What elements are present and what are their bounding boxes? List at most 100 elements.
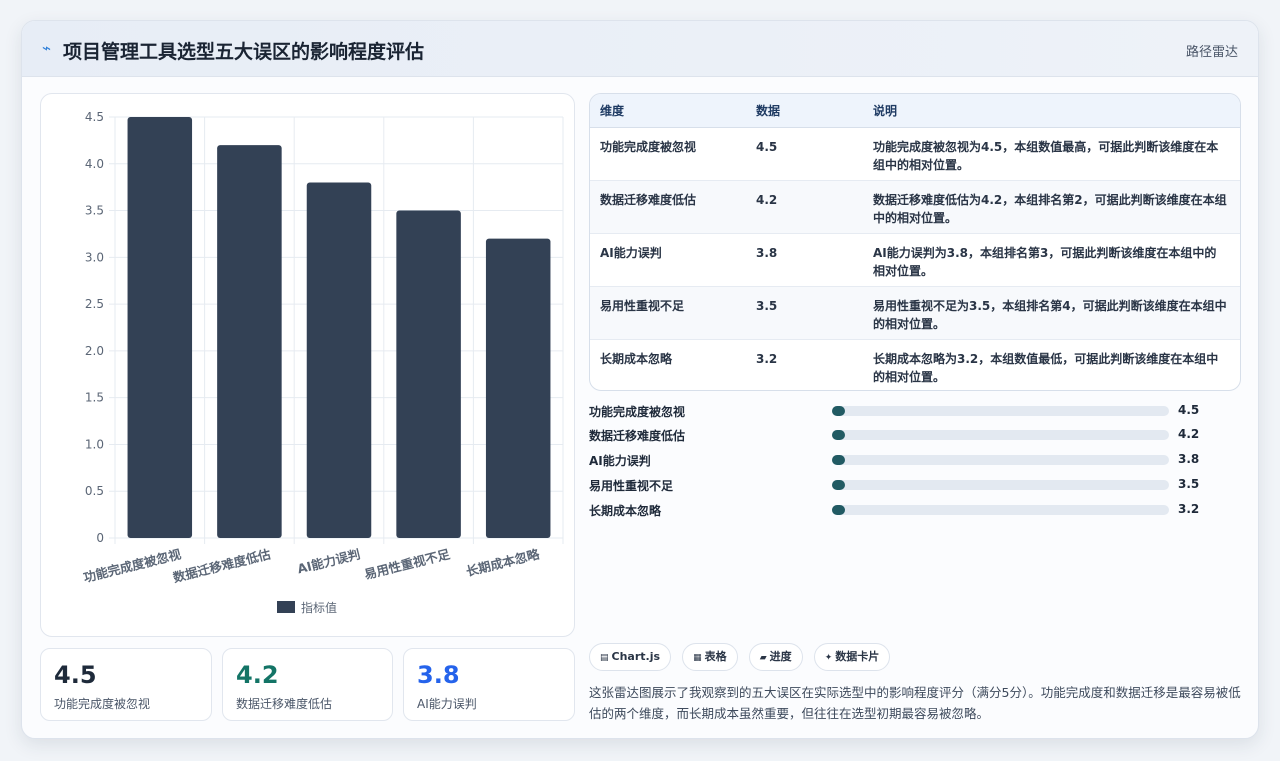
kpi-card: 4.5 功能完成度被忽视: [40, 648, 212, 721]
table-cell: AI能力误判: [600, 245, 662, 260]
y-tick-label: 4.0: [85, 157, 104, 171]
x-tick-label: 数据迁移难度低估: [170, 546, 272, 585]
legend-swatch: [277, 601, 295, 613]
bar-chart: 0 0.5 1.0 1.5 2.0 2.5 3.0 3.5 4.0 4.5 功能完成度被忽视数据迁移…: [82, 110, 564, 615]
progress-row: AI能力误判 3.8: [589, 451, 1241, 469]
progress-row: 长期成本忽略 3.2: [589, 501, 1241, 519]
x-tick-label: 长期成本忽略: [465, 546, 542, 579]
y-tick-label: 4.5: [85, 110, 104, 124]
progress-fill: [832, 480, 846, 490]
progress-label: 功能完成度被忽视: [589, 405, 686, 419]
progress-label: 易用性重视不足: [589, 479, 674, 493]
progress-label: AI能力误判: [589, 454, 651, 468]
table-cell: 易用性重视不足: [600, 298, 685, 313]
bar: [485, 238, 551, 538]
y-tick-label: 2.0: [85, 344, 104, 358]
table-row: 数据迁移难度低估 4.2 数据迁移难度低估为4.2，本组排名第2，可据此判断该维…: [590, 180, 1240, 233]
progress-value: 3.2: [1178, 502, 1200, 516]
progress-label: 长期成本忽略: [589, 504, 662, 518]
header-tag: 路径雷达: [1185, 45, 1238, 60]
table-row: 功能完成度被忽视 4.5 功能完成度被忽视为4.5，本组数值最高，可据此判断该维…: [590, 127, 1240, 180]
table-row: 易用性重视不足 3.5 易用性重视不足为3.5，本组排名第4，可据此判断该维度在…: [590, 286, 1240, 339]
chip-label: 表格: [704, 650, 727, 663]
summary-text: 这张雷达图展示了我观察到的五大误区在实际选型中的影响程度评分（满分5分）。功能完…: [589, 685, 1241, 721]
y-tick-label: 3.0: [85, 250, 104, 264]
progress-row: 易用性重视不足 3.5: [589, 476, 1241, 494]
y-tick-label: 0.5: [85, 484, 104, 498]
progress-row: 功能完成度被忽视 4.5: [589, 402, 1241, 420]
table-icon: ▦: [693, 653, 702, 663]
y-tick-label: 1.0: [85, 437, 104, 451]
table-row: AI能力误判 3.8 AI能力误判为3.8，本组排名第3，可据此判断该维度在本组…: [590, 233, 1240, 286]
progress-track: [832, 455, 1169, 465]
progress-value: 4.2: [1178, 427, 1200, 441]
progress-value: 3.8: [1178, 452, 1200, 466]
table-cell: 4.5: [756, 139, 778, 154]
table-cell: 3.2: [756, 351, 778, 366]
column-header: 数据: [746, 94, 863, 128]
chip-label: 数据卡片: [835, 650, 880, 663]
table-header-row: 维度 数据 说明: [590, 94, 1240, 128]
kpi-card: 3.8 AI能力误判: [403, 648, 575, 721]
bar: [217, 145, 282, 539]
kpi-value: 3.8: [417, 661, 460, 689]
table-cell: 4.2: [756, 192, 778, 207]
x-tick-label: AI能力误判: [296, 546, 362, 576]
table-cell: 功能完成度被忽视为4.5，本组数值最高，可据此判断该维度在本组中的相对位置。: [873, 139, 1219, 172]
x-tick-label: 易用性重视不足: [363, 546, 452, 582]
chart-icon: ▤: [600, 653, 609, 663]
progress-track: [832, 505, 1169, 515]
progress-track: [832, 430, 1169, 440]
table-cell: 3.5: [756, 298, 778, 313]
kpi-card: 4.2 数据迁移难度低估: [222, 648, 393, 721]
page: ⌁ 项目管理工具选型五大误区的影响程度评估 路径雷达 0 0.5 1.0 1.5 2.0…: [0, 0, 1280, 761]
progress-icon: ▰: [759, 653, 767, 663]
chip-table[interactable]: ▦ 表格: [682, 643, 738, 671]
chip-label: Chart.js: [611, 650, 661, 663]
table-cell: 长期成本忽略: [600, 351, 673, 366]
x-tick-label: 功能完成度被忽视: [82, 546, 183, 585]
bar: [306, 182, 372, 538]
table-cell: 易用性重视不足为3.5，本组排名第4，可据此判断该维度在本组中的相对位置。: [873, 298, 1227, 331]
chip-data-card[interactable]: ✦ 数据卡片: [813, 643, 891, 671]
trend-line-icon: ⌁: [42, 39, 52, 57]
table-cell: AI能力误判为3.8，本组排名第3，可据此判断该维度在本组中的相对位置。: [873, 245, 1217, 278]
table-cell: 3.8: [756, 245, 778, 260]
legend-label: 指标值: [301, 600, 337, 615]
column-header: 说明: [863, 94, 1240, 128]
bar-chart-panel: 0 0.5 1.0 1.5 2.0 2.5 3.0 3.5 4.0 4.5 功能完成度被忽视 数据迁移…: [40, 93, 575, 637]
progress-fill: [832, 455, 846, 465]
progress-value: 3.5: [1178, 477, 1200, 491]
data-table: 维度 数据 说明 功能完成度被忽视 4.5 功能完成度被忽视为4.5，本组数值最…: [589, 93, 1241, 391]
kpi-label: 功能完成度被忽视: [54, 697, 151, 711]
y-tick-label: 3.5: [85, 204, 104, 218]
table-cell: 数据迁移难度低估为4.2，本组排名第2，可据此判断该维度在本组中的相对位置。: [873, 192, 1227, 225]
card-icon: ✦: [824, 653, 833, 663]
table-row: 长期成本忽略 3.2 长期成本忽略为3.2，本组数值最低，可据此判断该维度在本组…: [590, 339, 1240, 390]
kpi-value: 4.2: [236, 661, 279, 689]
header: ⌁ 项目管理工具选型五大误区的影响程度评估 路径雷达: [22, 21, 1258, 77]
kpi-label: 数据迁移难度低估: [236, 697, 333, 711]
column-header: 维度: [590, 94, 746, 128]
chip-progress[interactable]: ▰ 进度: [748, 643, 803, 671]
page-title: 项目管理工具选型五大误区的影响程度评估: [63, 41, 425, 63]
kpi-value: 4.5: [54, 661, 97, 689]
table-cell: 长期成本忽略为3.2，本组数值最低，可据此判断该维度在本组中的相对位置。: [873, 351, 1219, 384]
table-cell: 功能完成度被忽视: [600, 139, 697, 154]
table-cell: 数据迁移难度低估: [600, 192, 697, 207]
chip-chartjs[interactable]: ▤ Chart.js: [589, 643, 672, 671]
y-tick-label: 1.5: [85, 391, 104, 405]
kpi-label: AI能力误判: [417, 697, 477, 711]
progress-track: [832, 480, 1169, 490]
progress-fill: [832, 505, 846, 515]
bar: [396, 210, 461, 539]
progress-fill: [832, 406, 846, 416]
dashboard-card: ⌁ 项目管理工具选型五大误区的影响程度评估 路径雷达 0 0.5 1.0 1.5 2.0…: [21, 20, 1259, 739]
tech-chips: ▤ Chart.js ▦ 表格 ▰ 进度 ✦ 数据卡片: [589, 643, 896, 671]
progress-fill: [832, 430, 846, 440]
y-tick-label: 2.5: [85, 297, 104, 311]
progress-track: [832, 406, 1169, 416]
progress-list: 功能完成度被忽视 4.5 数据迁移难度低估 4.2 AI能力误判 3.8 易用性…: [589, 402, 1241, 532]
chip-label: 进度: [769, 650, 792, 663]
progress-value: 4.5: [1178, 403, 1200, 417]
